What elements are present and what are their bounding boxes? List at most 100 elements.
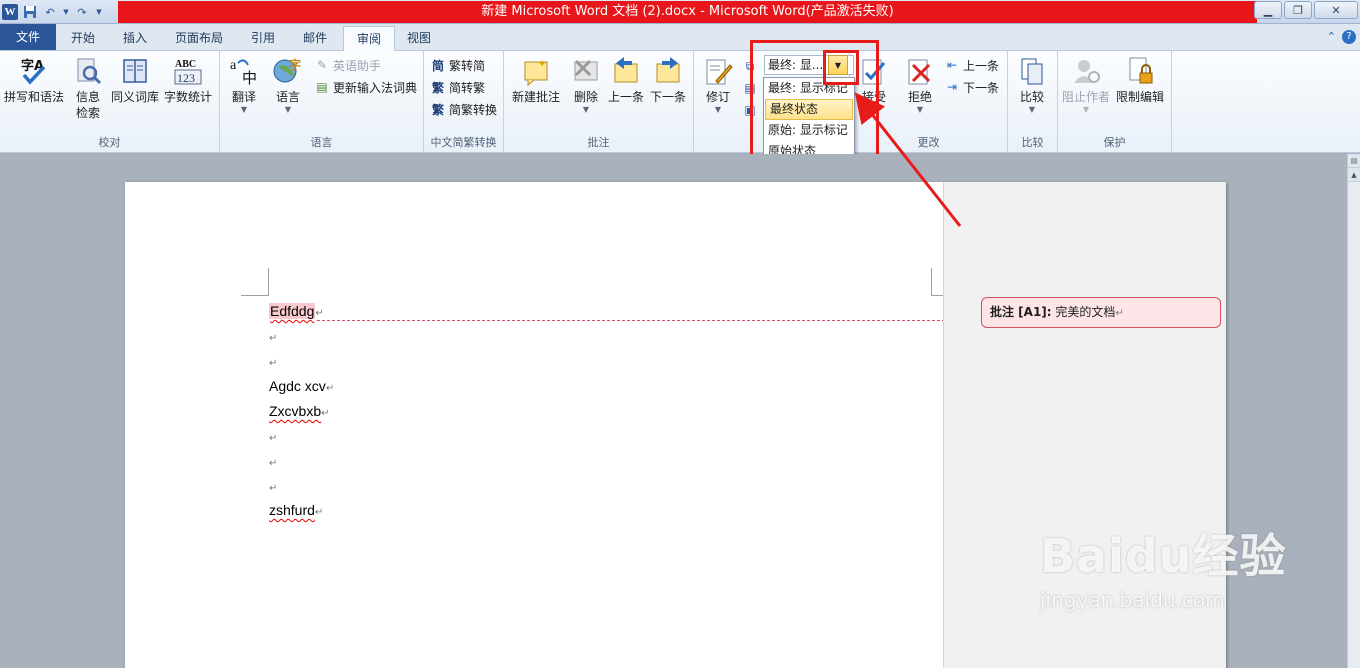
doc-line-3: ↵	[269, 358, 278, 369]
spelling-grammar-button[interactable]: 字A 拼写和语法	[4, 55, 64, 105]
svg-text:字: 字	[289, 57, 301, 72]
close-button[interactable]: ✕	[1314, 1, 1358, 19]
undo-dropdown-icon[interactable]: ▼	[62, 4, 70, 20]
ribbon: 字A 拼写和语法 信息 检索 同义词库 ABC 123 字数统计 校对 a 中 …	[0, 51, 1360, 153]
next-change-button[interactable]: ⇥ 下一条	[944, 78, 999, 96]
scroll-up-arrow-icon[interactable]: ▲	[1348, 168, 1360, 182]
group-protect: 阻止作者 ▼ 限制编辑 保护	[1058, 51, 1172, 153]
baidu-watermark: Baidu经验 jingyan.baidu.com	[1040, 529, 1287, 612]
vertical-scrollbar[interactable]: ▤ ▲	[1347, 154, 1360, 668]
help-icon[interactable]: ?	[1342, 30, 1356, 44]
svg-text:✦: ✦	[538, 59, 546, 70]
save-icon[interactable]	[22, 4, 38, 20]
track-changes-dropdown-icon: ▼	[714, 105, 722, 114]
svg-text:ABC: ABC	[175, 59, 196, 70]
translate-icon: a中	[228, 55, 260, 87]
tab-insert[interactable]: 插入	[110, 26, 160, 50]
word-count-icon: ABC 123	[172, 55, 204, 87]
previous-comment-icon	[610, 55, 642, 87]
group-label-proofing: 校对	[98, 136, 121, 149]
group-label-comments: 批注	[587, 136, 610, 149]
word-count-button[interactable]: ABC 123 字数统计	[164, 55, 212, 105]
maximize-button[interactable]: ❐	[1284, 1, 1312, 19]
traditional-to-simplified-button[interactable]: 简 繁转简	[430, 56, 485, 74]
track-changes-icon	[702, 55, 734, 87]
update-ime-dictionary-button[interactable]: ▤ 更新输入法词典	[314, 78, 417, 96]
group-language: a中 翻译 ▼ 字 语言 ▼ ✎ 英语助手 ▤ 更新输入法词典 语言	[220, 51, 424, 153]
tab-references[interactable]: 引用	[238, 26, 288, 50]
traditional-char-icon: 繁	[431, 80, 444, 95]
doc-line-2: ↵	[269, 333, 278, 344]
tab-page-layout[interactable]: 页面布局	[162, 26, 236, 50]
research-icon	[72, 55, 104, 87]
group-proofing: 字A 拼写和语法 信息 检索 同义词库 ABC 123 字数统计 校对	[0, 51, 220, 153]
crop-mark-left	[241, 268, 269, 296]
previous-change-button[interactable]: ⇤ 上一条	[944, 56, 999, 74]
word-app-icon[interactable]: W	[2, 4, 18, 20]
doc-line-7: ↵	[269, 458, 278, 469]
group-comments: ✦ 新建批注 删除 ▼ 上一条 下一条 批注	[504, 51, 694, 153]
comment-connector-line	[317, 320, 945, 321]
conversion-char-icon: 繁	[431, 102, 444, 117]
language-globe-icon: 字	[272, 55, 304, 87]
svg-text:a: a	[230, 58, 237, 73]
tab-file[interactable]: 文件	[0, 24, 57, 50]
block-authors-dropdown-icon: ▼	[1082, 105, 1090, 114]
undo-icon[interactable]: ↶	[42, 4, 58, 20]
ribbon-tabs: 文件 开始 插入 页面布局 引用 邮件 审阅 视图 ⌃ ?	[0, 24, 1360, 52]
tab-home[interactable]: 开始	[58, 26, 108, 50]
delete-comment-icon	[570, 55, 602, 87]
reject-button[interactable]: 拒绝 ▼	[904, 55, 936, 115]
svg-text:123: 123	[177, 71, 195, 85]
english-assistant-icon: ✎	[316, 58, 328, 72]
redo-icon[interactable]: ↷	[74, 4, 90, 20]
tab-bar-right: ⌃ ?	[1327, 30, 1356, 44]
window-controls: ▁ ❐ ✕	[1254, 1, 1358, 19]
annotation-outer-box	[750, 40, 879, 171]
doc-line-5: Zxcvbxb↵	[269, 403, 330, 419]
language-dropdown-icon: ▼	[284, 105, 292, 114]
customize-qat-icon[interactable]: ▼	[94, 4, 104, 20]
window-title: 新建 Microsoft Word 文档 (2).docx - Microsof…	[118, 1, 1257, 23]
restrict-editing-button[interactable]: 限制编辑	[1116, 55, 1164, 105]
doc-line-9: zshfurd↵	[269, 502, 324, 518]
delete-comment-button[interactable]: 删除 ▼	[570, 55, 602, 115]
thesaurus-button[interactable]: 同义词库	[111, 55, 159, 105]
block-authors-button[interactable]: 阻止作者 ▼	[1062, 55, 1110, 115]
research-button[interactable]: 信息 检索	[72, 55, 104, 121]
doc-line-6: ↵	[269, 433, 278, 444]
next-change-icon: ⇥	[946, 80, 958, 94]
tab-review[interactable]: 审阅	[343, 26, 396, 52]
reject-dropdown-icon: ▼	[916, 105, 924, 114]
compare-icon	[1016, 55, 1048, 87]
english-assistant-button[interactable]: ✎ 英语助手	[314, 56, 381, 74]
translate-button[interactable]: a中 翻译 ▼	[228, 55, 260, 115]
group-label-chinese-conversion: 中文简繁转换	[430, 136, 497, 149]
reject-icon	[904, 55, 936, 87]
previous-comment-button[interactable]: 上一条	[608, 55, 644, 105]
tab-mailings[interactable]: 邮件	[290, 26, 340, 50]
comment-balloon[interactable]: 批注 [A1]: 完美的文档↵	[981, 297, 1221, 328]
new-comment-button[interactable]: ✦ 新建批注	[512, 55, 560, 105]
ruler-toggle-icon[interactable]: ▤	[1348, 154, 1360, 168]
tab-view[interactable]: 视图	[394, 26, 444, 50]
collapse-ribbon-icon[interactable]: ⌃	[1327, 30, 1336, 44]
simplified-to-traditional-button[interactable]: 繁 简转繁	[430, 78, 485, 96]
minimize-button[interactable]: ▁	[1254, 1, 1282, 19]
chinese-conversion-button[interactable]: 繁 简繁转换	[430, 100, 497, 118]
ime-dictionary-icon: ▤	[316, 80, 328, 94]
svg-text:中: 中	[242, 69, 257, 87]
group-chinese-conversion: 简 繁转简 繁 简转繁 繁 简繁转换 中文简繁转换	[424, 51, 504, 153]
group-compare: 比较 ▼ 比较	[1008, 51, 1058, 153]
annotation-inner-box	[823, 50, 859, 85]
track-changes-button[interactable]: 修订 ▼	[702, 55, 734, 115]
translate-dropdown-icon: ▼	[240, 105, 248, 114]
new-comment-icon: ✦	[520, 55, 552, 87]
next-comment-icon	[652, 55, 684, 87]
group-label-language: 语言	[310, 136, 333, 149]
doc-line-8: ↵	[269, 483, 278, 494]
quick-access-toolbar: W ↶ ▼ ↷ ▼	[2, 2, 104, 22]
language-button[interactable]: 字 语言 ▼	[272, 55, 304, 115]
compare-button[interactable]: 比较 ▼	[1016, 55, 1048, 115]
next-comment-button[interactable]: 下一条	[650, 55, 686, 105]
